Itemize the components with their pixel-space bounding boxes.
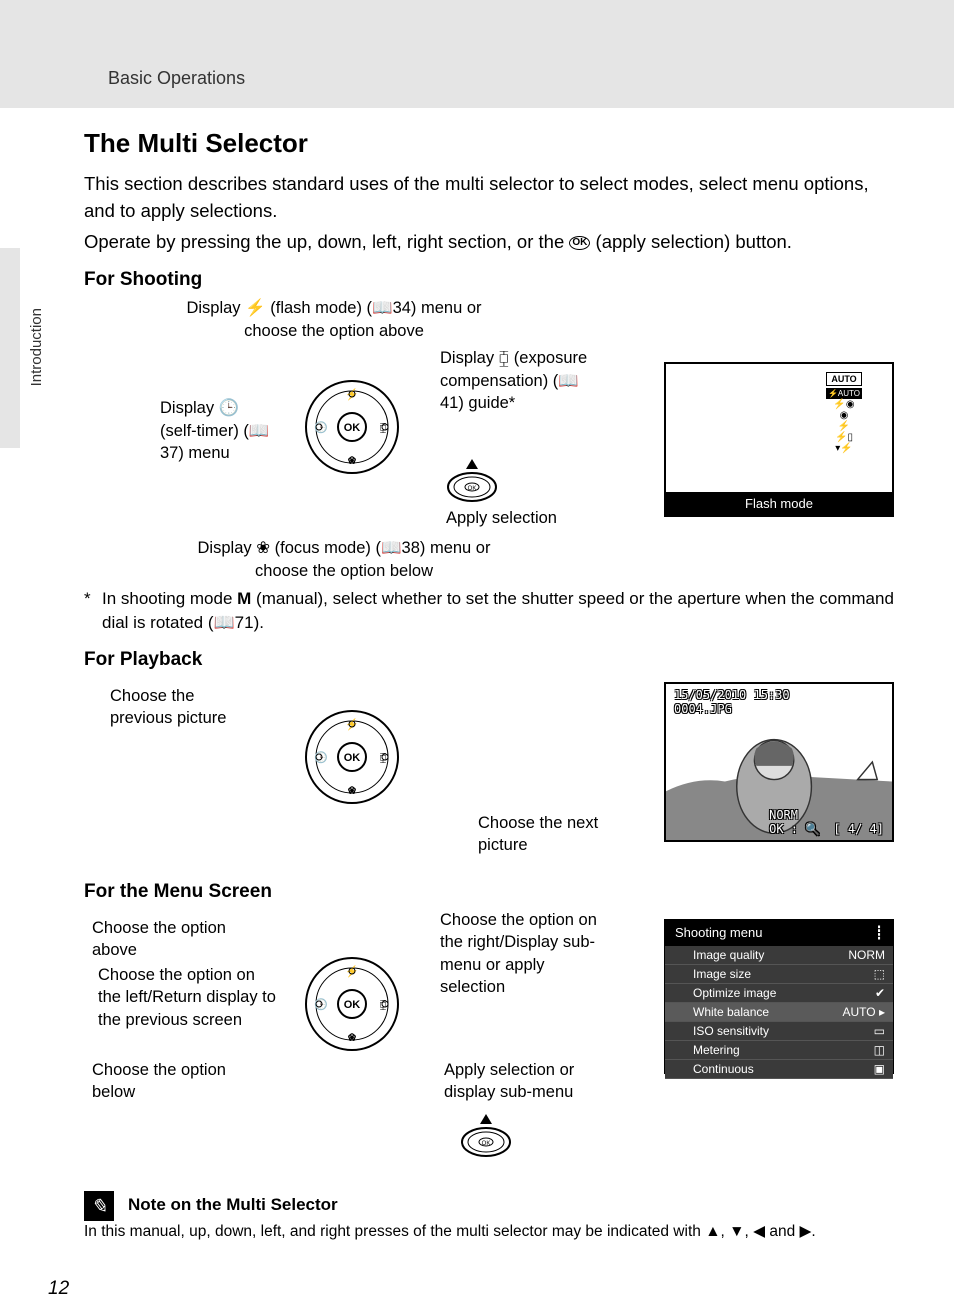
menu-left-label: Choose the option on the left/Return dis… (98, 964, 278, 1031)
playback-heading: For Playback (84, 649, 894, 671)
flash-opt-1: ⚡◉ (826, 399, 862, 410)
flash-opt-2: ◉ (826, 410, 862, 421)
note-title: Note on the Multi Selector (128, 1195, 894, 1215)
menu-row: Metering◫ (665, 1041, 893, 1060)
playback-diagram: Choose the previous picture Choose the n… (84, 677, 894, 867)
page-body: Introduction The Multi Selector This sec… (0, 108, 954, 1314)
shooting-right-label: Display ⧮ (exposure compensation) (📖41) … (440, 347, 600, 414)
svg-text:OK: OK (344, 999, 361, 1011)
shooting-footnote: * In shooting mode M (manual), select wh… (84, 587, 894, 635)
multi-selector-icon: OK ⚡ ❀ 🕒 ⧮ (302, 377, 402, 477)
shooting-apply-label: Apply selection (446, 507, 606, 529)
shooting-top-label: Display ⚡ (flash mode) (📖34) menu or cho… (174, 297, 494, 342)
side-tab-background (0, 248, 20, 448)
svg-text:⚡: ⚡ (345, 965, 359, 978)
flash-auto-header: AUTO (826, 372, 862, 386)
multi-selector-icon-playback: OK ⚡ ❀ 🕒 ⧮ (302, 707, 402, 807)
menu-row: Continuous▣ (665, 1060, 893, 1079)
menu-row: Optimize image✔ (665, 984, 893, 1003)
menu-items: Image qualityNORM Image size⬚ Optimize i… (665, 946, 893, 1079)
menu-screen-title-bar: Shooting menu┋ (665, 920, 893, 946)
playback-timestamp: 15/05/2010 15:30 0004.JPG (674, 688, 790, 717)
menu-apply-label: Apply selection or display sub-menu (444, 1059, 614, 1104)
shooting-diagram: Display ⚡ (flash mode) (📖34) menu or cho… (84, 297, 894, 587)
menu-row-selected: White balanceAUTO ▸ (665, 1003, 893, 1022)
mini-selector-icon-menu: OK (456, 1114, 516, 1159)
menu-top-label: Choose the option above (92, 917, 262, 962)
flash-mode-icon-column: AUTO ⚡AUTO ⚡◉ ◉ ⚡ ⚡▯ ▾⚡ (826, 372, 862, 454)
svg-text:OK: OK (344, 422, 361, 434)
playback-screen: 15/05/2010 15:30 0004.JPG NORM OK : 🔍 [ … (664, 682, 894, 842)
page-number: 12 (48, 1278, 69, 1300)
intro-paragraph-2: Operate by pressing the up, down, left, … (84, 229, 894, 256)
menu-row: ISO sensitivity▭ (665, 1022, 893, 1041)
shooting-heading: For Shooting (84, 269, 894, 291)
flash-opt-0: ⚡AUTO (826, 388, 862, 399)
page-title: The Multi Selector (84, 128, 894, 159)
menu-indicator-icon: ┋ (875, 925, 883, 941)
page-header: Basic Operations (108, 68, 245, 89)
flash-opt-3: ⚡ (826, 421, 862, 432)
shooting-bottom-label: Display ❀ (focus mode) (📖38) menu or cho… (174, 537, 514, 582)
multi-selector-icon-menu: OK ⚡ ❀ 🕒 ⧮ (302, 954, 402, 1054)
menu-heading: For the Menu Screen (84, 881, 894, 903)
svg-text:OK: OK (482, 1141, 491, 1147)
svg-text:⚡: ⚡ (345, 718, 359, 731)
playback-counter: NORM OK : 🔍 [ 4/ 4] (769, 808, 884, 836)
flash-mode-label: Flash mode (666, 492, 892, 515)
menu-bottom-label: Choose the option below (92, 1059, 262, 1104)
menu-screen: Shooting menu┋ P ▸ ◧ ? Image qualityNORM… (664, 919, 894, 1074)
svg-text:⚡: ⚡ (345, 388, 359, 401)
menu-row: Image size⬚ (665, 965, 893, 984)
ok-icon: OK (569, 236, 590, 250)
mini-selector-icon: OK (442, 459, 502, 504)
playback-bottom-label: Choose the next picture (478, 812, 618, 857)
flash-opt-5: ▾⚡ (826, 443, 862, 454)
note-text: In this manual, up, down, left, and righ… (84, 1221, 894, 1243)
svg-text:OK: OK (468, 486, 477, 492)
side-tab-label: Introduction (28, 308, 45, 386)
note-section: ✎ Note on the Multi Selector In this man… (84, 1195, 894, 1243)
flash-opt-4: ⚡▯ (826, 432, 862, 443)
intro-paragraph-1: This section describes standard uses of … (84, 171, 894, 225)
shooting-left-label: Display 🕒 (self-timer) (📖37) menu (160, 397, 280, 464)
menu-row: Image qualityNORM (665, 946, 893, 965)
shooting-screen: AUTO ⚡AUTO ⚡◉ ◉ ⚡ ⚡▯ ▾⚡ Flash mode (664, 362, 894, 517)
playback-top-label: Choose the previous picture (110, 685, 230, 730)
svg-text:OK: OK (344, 752, 361, 764)
pencil-icon: ✎ (84, 1191, 114, 1221)
menu-diagram: Choose the option above Choose the optio… (84, 909, 894, 1169)
menu-right-label: Choose the option on the right/Display s… (440, 909, 610, 998)
